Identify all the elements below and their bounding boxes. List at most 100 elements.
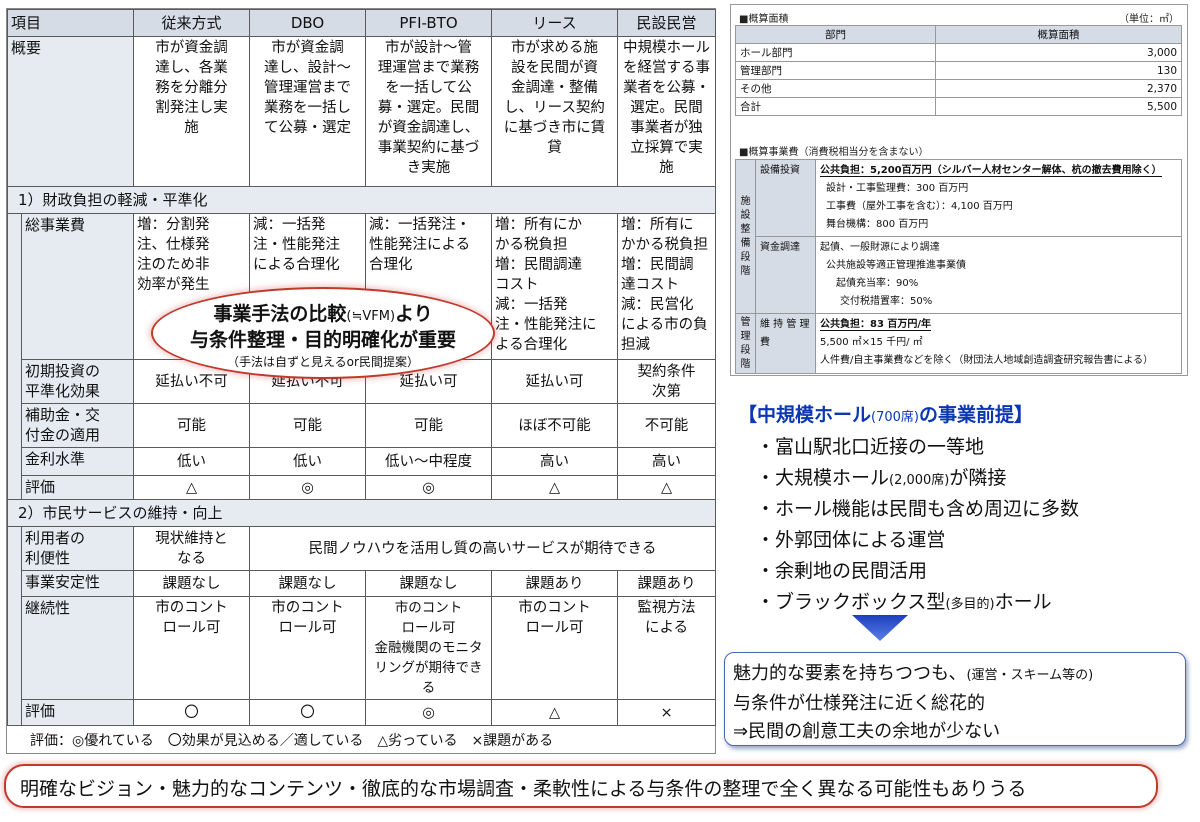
subsidy-cell: 可能 — [365, 403, 493, 448]
maint-detail: 公共負担：83 百万円/年 5,500 ㎡×15 千円/ ㎡ 人件費/自主事業費… — [815, 313, 1182, 374]
subsidy-cell: 不可能 — [617, 403, 717, 448]
interest-label: 金利水準 — [20, 447, 135, 476]
area-header-dept: 部門 — [735, 25, 936, 44]
eval2-cell: 〇 — [249, 699, 367, 726]
table-row: その他 2,370 — [735, 79, 1182, 98]
bottom-note-text: 明確なビジョン・魅力的なコンテンツ・徹底的な市場調査・柔軟性による与条件の整理で… — [20, 778, 1027, 800]
section1-row: 1）財政負担の軽減・平準化 — [6, 186, 717, 214]
convenience-rest-cell: 民間ノウハウを活用し質の高いサービスが期待できる — [249, 526, 717, 571]
convenience-first-cell: 現状維持と なる — [133, 526, 251, 571]
interest-cell: 高い — [617, 447, 717, 476]
convenience-row: 利用者の 利便性 現状維持と なる 民間ノウハウを活用し質の高いサービスが期待できる — [7, 526, 717, 726]
initial-investment-label: 初期投資の 平準化効果 — [20, 359, 135, 404]
stability-row: 事業安定性 課題なし 課題なし 課題なし 課題あり 課題あり — [8, 570, 717, 597]
continuity-cell: 監視方法 による — [617, 596, 717, 700]
eval2-cell: 〇 — [133, 699, 251, 726]
premise-item: ・余剰地の民間活用 — [756, 560, 928, 582]
continuity-label: 継続性 — [20, 596, 135, 700]
header-conventional: 従来方式 — [133, 9, 251, 37]
conclusion-line2: 与条件が仕様発注に近く総花的 — [733, 693, 985, 714]
maint-row: 管理段階 維 持 管 理費 公共負担：83 百万円/年 5,500 ㎡×15 千… — [735, 313, 1182, 374]
overview-cell: 中規模ホール を経営する事 業者を公募・ 選定。民間 事業者が独 立採算で実施 — [617, 36, 717, 187]
table-row: 合計 5,500 — [735, 97, 1182, 116]
eval2-cell: × — [617, 699, 717, 726]
stability-cell: 課題なし — [365, 570, 493, 597]
eval1-cell: ◎ — [365, 475, 493, 500]
continuity-cell: 市のコント ロール可 — [491, 596, 619, 700]
header-pfi-bto: PFI-BTO — [365, 9, 493, 37]
eval2-label: 評価 — [20, 699, 135, 726]
interest-cell: 低い — [133, 447, 251, 476]
down-arrow-icon — [852, 615, 908, 641]
area-unit: （単位：㎡） — [1119, 14, 1179, 25]
premises-title: 【中規模ホール(700席)の事業前提】 — [738, 404, 1033, 426]
eval1-cell: △ — [133, 475, 251, 500]
equip-row: 施設整備段階 設備投資 公共負担：5,200百万円（シルバー人材センター解体、杭… — [735, 159, 1182, 314]
eval1-row: 評価 △ ◎ ◎ △ △ — [8, 475, 717, 500]
stability-cell: 課題なし — [249, 570, 367, 597]
eval1-label: 評価 — [20, 475, 135, 500]
stability-cell: 課題あり — [491, 570, 619, 597]
continuity-cell: 市のコント ロール可 — [249, 596, 367, 700]
interest-row: 金利水準 低い 低い 低い～中程度 高い 高い — [8, 447, 717, 476]
callout-line2: 与条件整理・目的明確化が重要 — [189, 329, 456, 351]
table-row: ホール部門 3,000 — [735, 43, 1182, 62]
equip-detail: 公共負担：5,200百万円（シルバー人材センター解体、杭の撤去費用除く） 設計・… — [815, 159, 1182, 237]
stability-cell: 課題あり — [617, 570, 717, 597]
subsidy-cell: 可能 — [249, 403, 367, 448]
total-cost-cell: 増：所有にか かる税負担 増：民間調達 コスト 減：一括発 注・性能発注に よる合理化 — [491, 213, 619, 360]
conclusion-line3: ⇒民間の創意工夫の余地が少ない — [733, 721, 1001, 742]
section2-row: 2）市民サービスの維持・向上 — [6, 499, 717, 527]
overview-cell: 市が資金調 達し、設計～ 管理運営まで 業務を一括し て公募・選定 — [249, 36, 367, 187]
eval2-cell: ◎ — [365, 699, 493, 726]
premise-item: ・大規模ホール(2,000席)が隣接 — [756, 467, 1007, 489]
cost-title: ■概算事業費（消費税相当分を含まない） — [739, 147, 929, 158]
stage-construction-label: 施設整備段階 — [735, 159, 756, 314]
interest-cell: 低い～中程度 — [365, 447, 493, 476]
initial-investment-cell: 契約条件 次第 — [617, 359, 717, 404]
eval1-cell: ◎ — [249, 475, 367, 500]
overview-label: 概要 — [6, 36, 135, 187]
interest-cell: 低い — [249, 447, 367, 476]
overview-row: 概要 市が資金調 達し、各業 務を分離分 割発注し実施 市が資金調 達し、設計～ 管理運営… — [6, 36, 717, 187]
header-lease: リース — [491, 9, 619, 37]
callout-line1: 事業手法の比較(≒VFM)より — [213, 303, 433, 325]
fund-label: 資金調達 — [755, 236, 816, 314]
continuity-row: 継続性 市のコント ロール可 市のコント ロール可 市のコント ロール可 金融機関のモニ… — [8, 596, 717, 700]
eval2-cell: △ — [491, 699, 619, 726]
conclusion-box: 魅力的な要素を持ちつつも、(運営・スキーム等の) 与条件が仕様発注に近く総花的 … — [724, 652, 1186, 746]
premise-item: ・富山駅北口近接の一等地 — [756, 436, 985, 458]
continuity-cell: 市のコント ロール可 — [133, 596, 251, 700]
area-header-size: 概算面積 — [935, 25, 1182, 44]
premise-item: ・ホール機能は民間も含め周辺に多数 — [756, 498, 1080, 520]
overview-cell: 市が求める施 設を民間が資 金調達・整備 し、リース契約 に基づき市に賃貸 — [491, 36, 619, 187]
continuity-cell: 市のコント ロール可 金融機関のモニタ リングが期待できる — [365, 596, 493, 700]
eval2-row: 評価 〇 〇 ◎ △ × — [8, 699, 717, 726]
overview-cell: 市が資金調 達し、各業 務を分離分 割発注し実施 — [133, 36, 251, 187]
total-cost-cell: 増：所有に かかる税負担 増：民間調 達コスト 減：民営化 による市の負 担減 — [617, 213, 717, 360]
equip-label: 設備投資 — [755, 159, 816, 237]
convenience-label: 利用者の 利便性 — [20, 526, 135, 571]
eval1-cell: △ — [617, 475, 717, 500]
section1-indent — [7, 213, 22, 500]
premise-item: ・ブラックボックス型(多目的)ホール — [756, 591, 1052, 613]
callout-ellipse: 事業手法の比較(≒VFM)より 与条件整理・目的明確化が重要 （手法は自ずと見え… — [151, 287, 495, 379]
cost-table: 施設整備段階 設備投資 公共負担：5,200百万円（シルバー人材センター解体、杭… — [735, 159, 1182, 374]
section2-indent — [7, 526, 22, 726]
maint-label: 維 持 管 理費 — [755, 313, 816, 374]
subsidy-row: 補助金・交 付金の適用 可能 可能 可能 ほぼ不可能 不可能 — [8, 403, 717, 448]
bottom-note-box: 明確なビジョン・魅力的なコンテンツ・徹底的な市場調査・柔軟性による与条件の整理で… — [4, 764, 1158, 808]
header-dbo: DBO — [249, 9, 367, 37]
header-item: 項目 — [6, 9, 135, 37]
stability-label: 事業安定性 — [20, 570, 135, 597]
slide: 項目 従来方式 DBO PFI-BTO リース 民設民営 概要 市が資金調 達し、… — [0, 0, 1200, 822]
header-private: 民設民営 — [617, 9, 717, 37]
area-header-row: 部門 概算面積 — [735, 25, 1182, 44]
initial-investment-cell: 延払い可 — [491, 359, 619, 404]
subsidy-label: 補助金・交 付金の適用 — [20, 403, 135, 448]
section1-title: 1）財政負担の軽減・平準化 — [6, 186, 717, 214]
eval1-cell: △ — [491, 475, 619, 500]
area-title: ■概算面積 — [739, 14, 789, 25]
interest-cell: 高い — [491, 447, 619, 476]
stability-cell: 課題なし — [133, 570, 251, 597]
